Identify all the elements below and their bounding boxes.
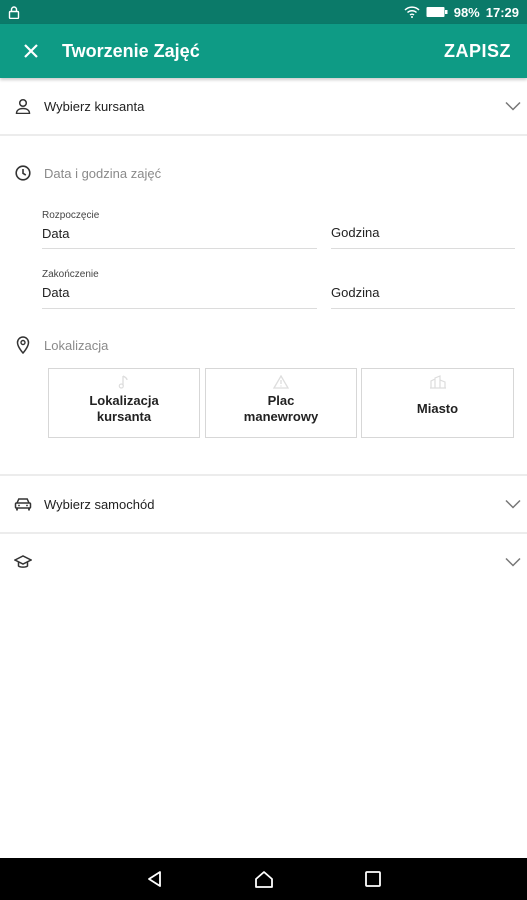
car-select[interactable]: Wybierz samochód xyxy=(0,486,527,522)
page-title: Tworzenie Zajęć xyxy=(62,40,200,61)
location-option-line1: Lokalizacja xyxy=(89,393,159,408)
recents-icon[interactable] xyxy=(364,870,382,888)
end-caption: Zakończenie xyxy=(42,269,99,280)
datetime-header: Data i godzina zajęć xyxy=(0,162,527,184)
wifi-icon xyxy=(404,6,420,18)
start-time-value: Godzina xyxy=(331,225,380,240)
system-nav-bar xyxy=(0,858,527,900)
student-label: Wybierz kursanta xyxy=(44,98,145,114)
underline xyxy=(331,308,515,309)
lock-icon xyxy=(8,5,20,19)
status-bar: 98% 17:29 xyxy=(0,0,527,24)
category-select[interactable] xyxy=(0,544,527,580)
chevron-down-icon xyxy=(505,101,521,111)
location-option-line2: kursanta xyxy=(96,409,152,424)
start-date-value: Data xyxy=(42,226,70,241)
person-icon xyxy=(15,98,31,114)
chevron-down-icon xyxy=(505,557,521,567)
divider xyxy=(0,134,527,136)
close-button[interactable] xyxy=(0,24,62,78)
car-label: Wybierz samochód xyxy=(44,496,155,512)
location-option-line1: Plac xyxy=(267,393,295,408)
clock-icon xyxy=(15,165,31,181)
end-time-field[interactable]: Godzina xyxy=(331,285,515,310)
divider xyxy=(0,532,527,534)
city-icon xyxy=(429,375,446,389)
save-button[interactable]: ZAPISZ xyxy=(444,41,511,62)
car-icon xyxy=(14,498,32,511)
end-date-field[interactable]: Zakończenie Data xyxy=(42,269,317,310)
location-option-city[interactable]: Miasto xyxy=(361,368,514,438)
close-icon xyxy=(24,44,38,58)
location-header: Lokalizacja xyxy=(0,334,527,356)
location-label: Lokalizacja xyxy=(44,337,109,353)
end-date-value: Data xyxy=(42,285,70,300)
end-time-value: Godzina xyxy=(331,285,380,300)
back-icon[interactable] xyxy=(146,870,164,888)
underline xyxy=(331,248,515,249)
location-option-maneuver[interactable]: Plac manewrowy xyxy=(205,368,357,438)
location-option-line2: manewrowy xyxy=(243,409,319,424)
underline xyxy=(42,308,317,309)
start-time-field[interactable]: Godzina xyxy=(331,225,515,250)
datetime-label: Data i godzina zajęć xyxy=(44,165,162,181)
location-option-line1: Miasto xyxy=(416,401,459,416)
battery-level: 98% xyxy=(453,4,480,20)
battery-icon xyxy=(426,7,448,17)
chevron-down-icon xyxy=(505,499,521,509)
graduation-cap-icon xyxy=(14,555,32,568)
map-pin-icon xyxy=(16,336,30,354)
music-note-icon xyxy=(118,375,128,389)
clock: 17:29 xyxy=(485,4,519,20)
start-date-field[interactable]: Rozpoczęcie Data xyxy=(42,210,317,250)
divider xyxy=(0,474,527,476)
location-option-student[interactable]: Lokalizacja kursanta xyxy=(48,368,200,438)
underline xyxy=(42,248,317,249)
start-caption: Rozpoczęcie xyxy=(42,210,100,221)
warning-triangle-icon xyxy=(273,375,289,389)
app-bar: Tworzenie Zajęć ZAPISZ xyxy=(0,24,527,78)
home-icon[interactable] xyxy=(254,870,274,888)
student-select[interactable]: Wybierz kursanta xyxy=(0,88,527,124)
